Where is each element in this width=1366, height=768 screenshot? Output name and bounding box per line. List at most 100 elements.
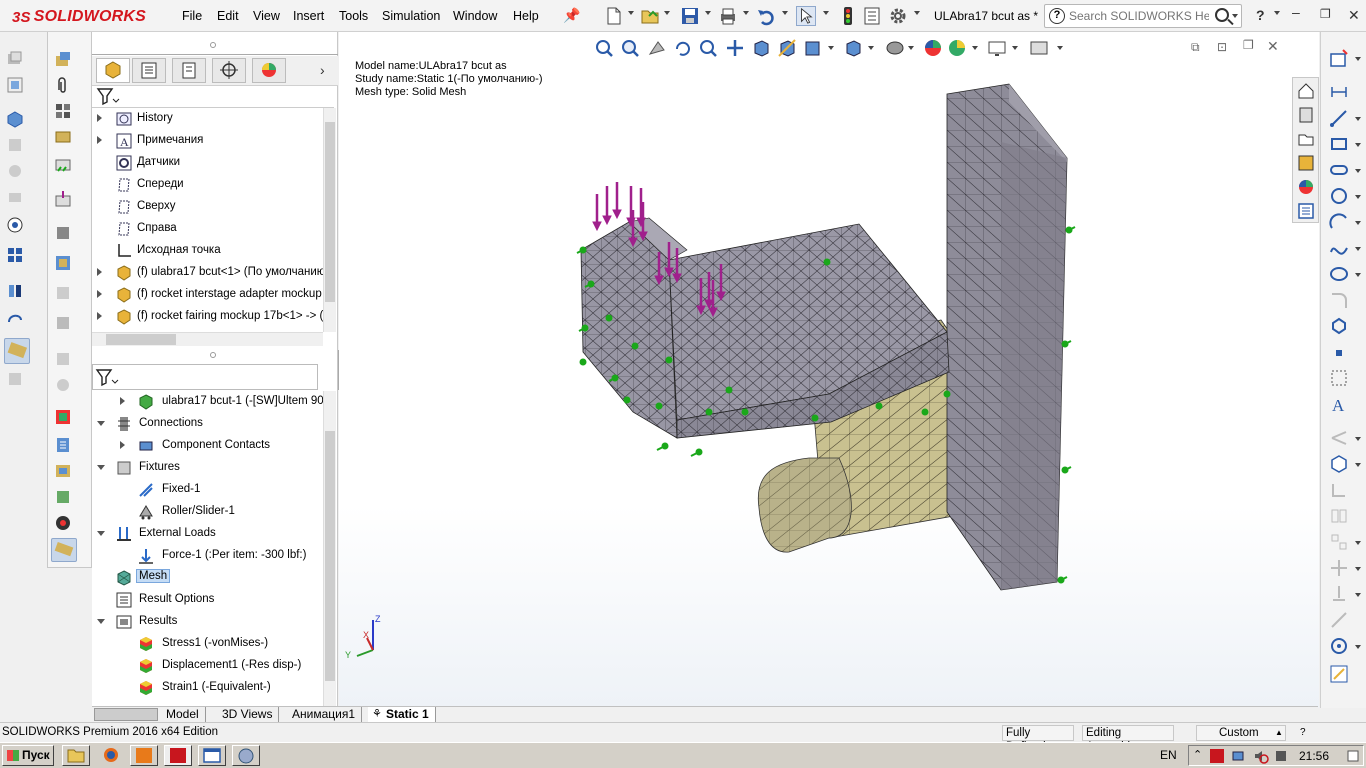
tab-model[interactable]: Model (160, 707, 206, 723)
chevron-right-icon[interactable]: › (320, 62, 325, 78)
options-gear-icon[interactable] (888, 6, 908, 26)
heads-up-view-toolbar[interactable] (595, 38, 1035, 60)
reference-geometry-icon[interactable] (6, 282, 24, 300)
search-icon[interactable] (1215, 8, 1229, 22)
tab-3d-views[interactable]: 3D Views (216, 707, 280, 723)
minimize-icon[interactable]: – (1292, 4, 1300, 20)
include-image-icon[interactable] (54, 462, 72, 480)
tree-item-fixed[interactable]: Fixed-1 (92, 479, 324, 501)
tab-scroll-buttons[interactable] (94, 708, 158, 721)
quick-snaps-icon[interactable] (1329, 636, 1349, 656)
print-icon[interactable] (718, 6, 738, 26)
tree-item-fixtures[interactable]: Fixtures (92, 457, 324, 479)
select-cursor-icon[interactable] (796, 6, 816, 26)
firefox-taskbar-icon[interactable] (98, 745, 126, 766)
solidworks-2011-taskbar-icon[interactable] (130, 745, 158, 766)
tree-item-connections[interactable]: Connections (92, 413, 324, 435)
slot-icon[interactable] (1329, 160, 1349, 180)
feature-tree-hscrollbar[interactable] (92, 332, 323, 346)
plot-tools-icon[interactable] (54, 408, 72, 426)
tab-static-study[interactable]: ⚘ Static 1 (368, 707, 436, 723)
tree-item-strain[interactable]: Strain1 (-Equivalent-) (92, 677, 324, 699)
tree-item-component-contacts[interactable]: Component Contacts (92, 435, 324, 457)
smart-dimension-icon[interactable] (1329, 82, 1349, 102)
tree-item-origin[interactable]: Исходная точка (92, 240, 324, 262)
connections-advisor-icon[interactable] (54, 128, 72, 146)
open-folder-icon[interactable] (640, 6, 660, 26)
chevron-up-icon[interactable]: ⌃ (1193, 748, 1202, 761)
chevron-down-icon[interactable] (823, 11, 829, 15)
custom-properties-icon[interactable] (1297, 202, 1315, 220)
volume-icon[interactable] (1253, 748, 1269, 764)
tab-dimxpert[interactable] (212, 58, 246, 83)
chevron-down-icon[interactable] (743, 11, 749, 15)
tab-animation[interactable]: Анимация1 (286, 707, 363, 723)
curves-icon[interactable] (6, 308, 24, 326)
tree-item-force[interactable]: Force-1 (:Per item: -300 lbf:) (92, 545, 324, 567)
window-taskbar-icon[interactable] (198, 745, 226, 766)
deformed-result-icon[interactable] (54, 314, 72, 332)
external-loads-advisor-icon[interactable] (54, 190, 72, 208)
notifications-icon[interactable] (1345, 748, 1361, 764)
menu-insert[interactable]: Insert (293, 9, 324, 23)
start-button[interactable]: Пуск (2, 745, 54, 766)
fixtures-advisor-icon[interactable] (54, 156, 72, 174)
flag-icon[interactable] (1273, 748, 1289, 764)
explorer-taskbar-icon[interactable] (62, 745, 90, 766)
tab-feature-tree[interactable] (96, 58, 130, 83)
graphics-area[interactable]: ⧉ ⊡ ❐ ✕ Model name:ULAbra17 bcut as Stud… (339, 32, 1319, 708)
results-advisor-icon[interactable] (54, 284, 72, 302)
apply-material-icon[interactable] (54, 102, 72, 120)
save-icon[interactable] (680, 6, 700, 26)
tree-item-part[interactable]: (f) rocket interstage adapter mockup 1 (92, 284, 324, 306)
convert-entities-icon[interactable] (1329, 454, 1349, 474)
tree-item-body[interactable]: ulabra17 bcut-1 (-[SW]Ultem 90 (92, 391, 324, 413)
help-icon[interactable]: ? (1256, 7, 1265, 23)
tree-item-history[interactable]: History (92, 108, 324, 130)
restore-view-icon[interactable]: ⧉ (1191, 40, 1200, 55)
assembly-features-icon[interactable] (6, 246, 24, 264)
clip-icon[interactable] (54, 76, 72, 94)
tab-property-manager[interactable] (132, 58, 166, 83)
splitter-handle[interactable] (210, 352, 216, 358)
run-study-icon[interactable] (54, 254, 72, 272)
menu-window[interactable]: Window (453, 9, 497, 23)
line-icon[interactable] (1329, 108, 1349, 128)
file-explorer-icon[interactable] (1297, 130, 1315, 148)
chevron-down-icon[interactable] (664, 11, 670, 15)
undo-icon[interactable] (756, 6, 776, 26)
simulation-tab-icon[interactable] (51, 538, 77, 562)
tutorial-icon[interactable] (54, 514, 72, 532)
sensor-icon[interactable] (54, 488, 72, 506)
tree-item-annotations[interactable]: A Примечания (92, 130, 324, 152)
new-document-icon[interactable] (604, 6, 624, 26)
menu-edit[interactable]: Edit (217, 9, 239, 23)
chevron-down-icon[interactable] (628, 11, 634, 15)
shell-manager-icon[interactable] (54, 224, 72, 242)
tree-item-sensors[interactable]: Датчики (92, 152, 324, 174)
circle-icon[interactable] (1329, 186, 1349, 206)
menu-view[interactable]: View (253, 9, 280, 23)
home-icon[interactable] (1297, 82, 1315, 100)
tile-view-icon[interactable]: ⊡ (1217, 40, 1227, 54)
tree-item-part[interactable]: (f) rocket fairing mockup 17b<1> -> ( (92, 306, 324, 328)
insert-component-icon[interactable] (6, 50, 24, 68)
polygon-icon[interactable] (1329, 316, 1349, 336)
menu-tools[interactable]: Tools (339, 9, 368, 23)
tab-configuration-manager[interactable] (172, 58, 206, 83)
component-preview-icon[interactable] (6, 110, 24, 128)
appearances-icon[interactable] (1297, 178, 1315, 196)
help-search[interactable]: ? (1044, 4, 1242, 28)
tree-item-right-plane[interactable]: Справа (92, 218, 324, 240)
close-icon[interactable]: ✕ (1348, 7, 1360, 24)
filter-icon[interactable] (95, 368, 119, 388)
menu-file[interactable]: File (182, 9, 202, 23)
adobe-icon[interactable] (1209, 748, 1225, 764)
arc-icon[interactable] (1329, 212, 1349, 232)
centerline-icon[interactable] (1329, 368, 1349, 388)
search-input[interactable] (1069, 8, 1209, 24)
menu-simulation[interactable]: Simulation (382, 9, 440, 23)
pin-icon[interactable]: 📌 (563, 7, 580, 24)
design-library-icon[interactable] (1297, 106, 1315, 124)
tree-item-roller-slider[interactable]: Roller/Slider-1 (92, 501, 324, 523)
